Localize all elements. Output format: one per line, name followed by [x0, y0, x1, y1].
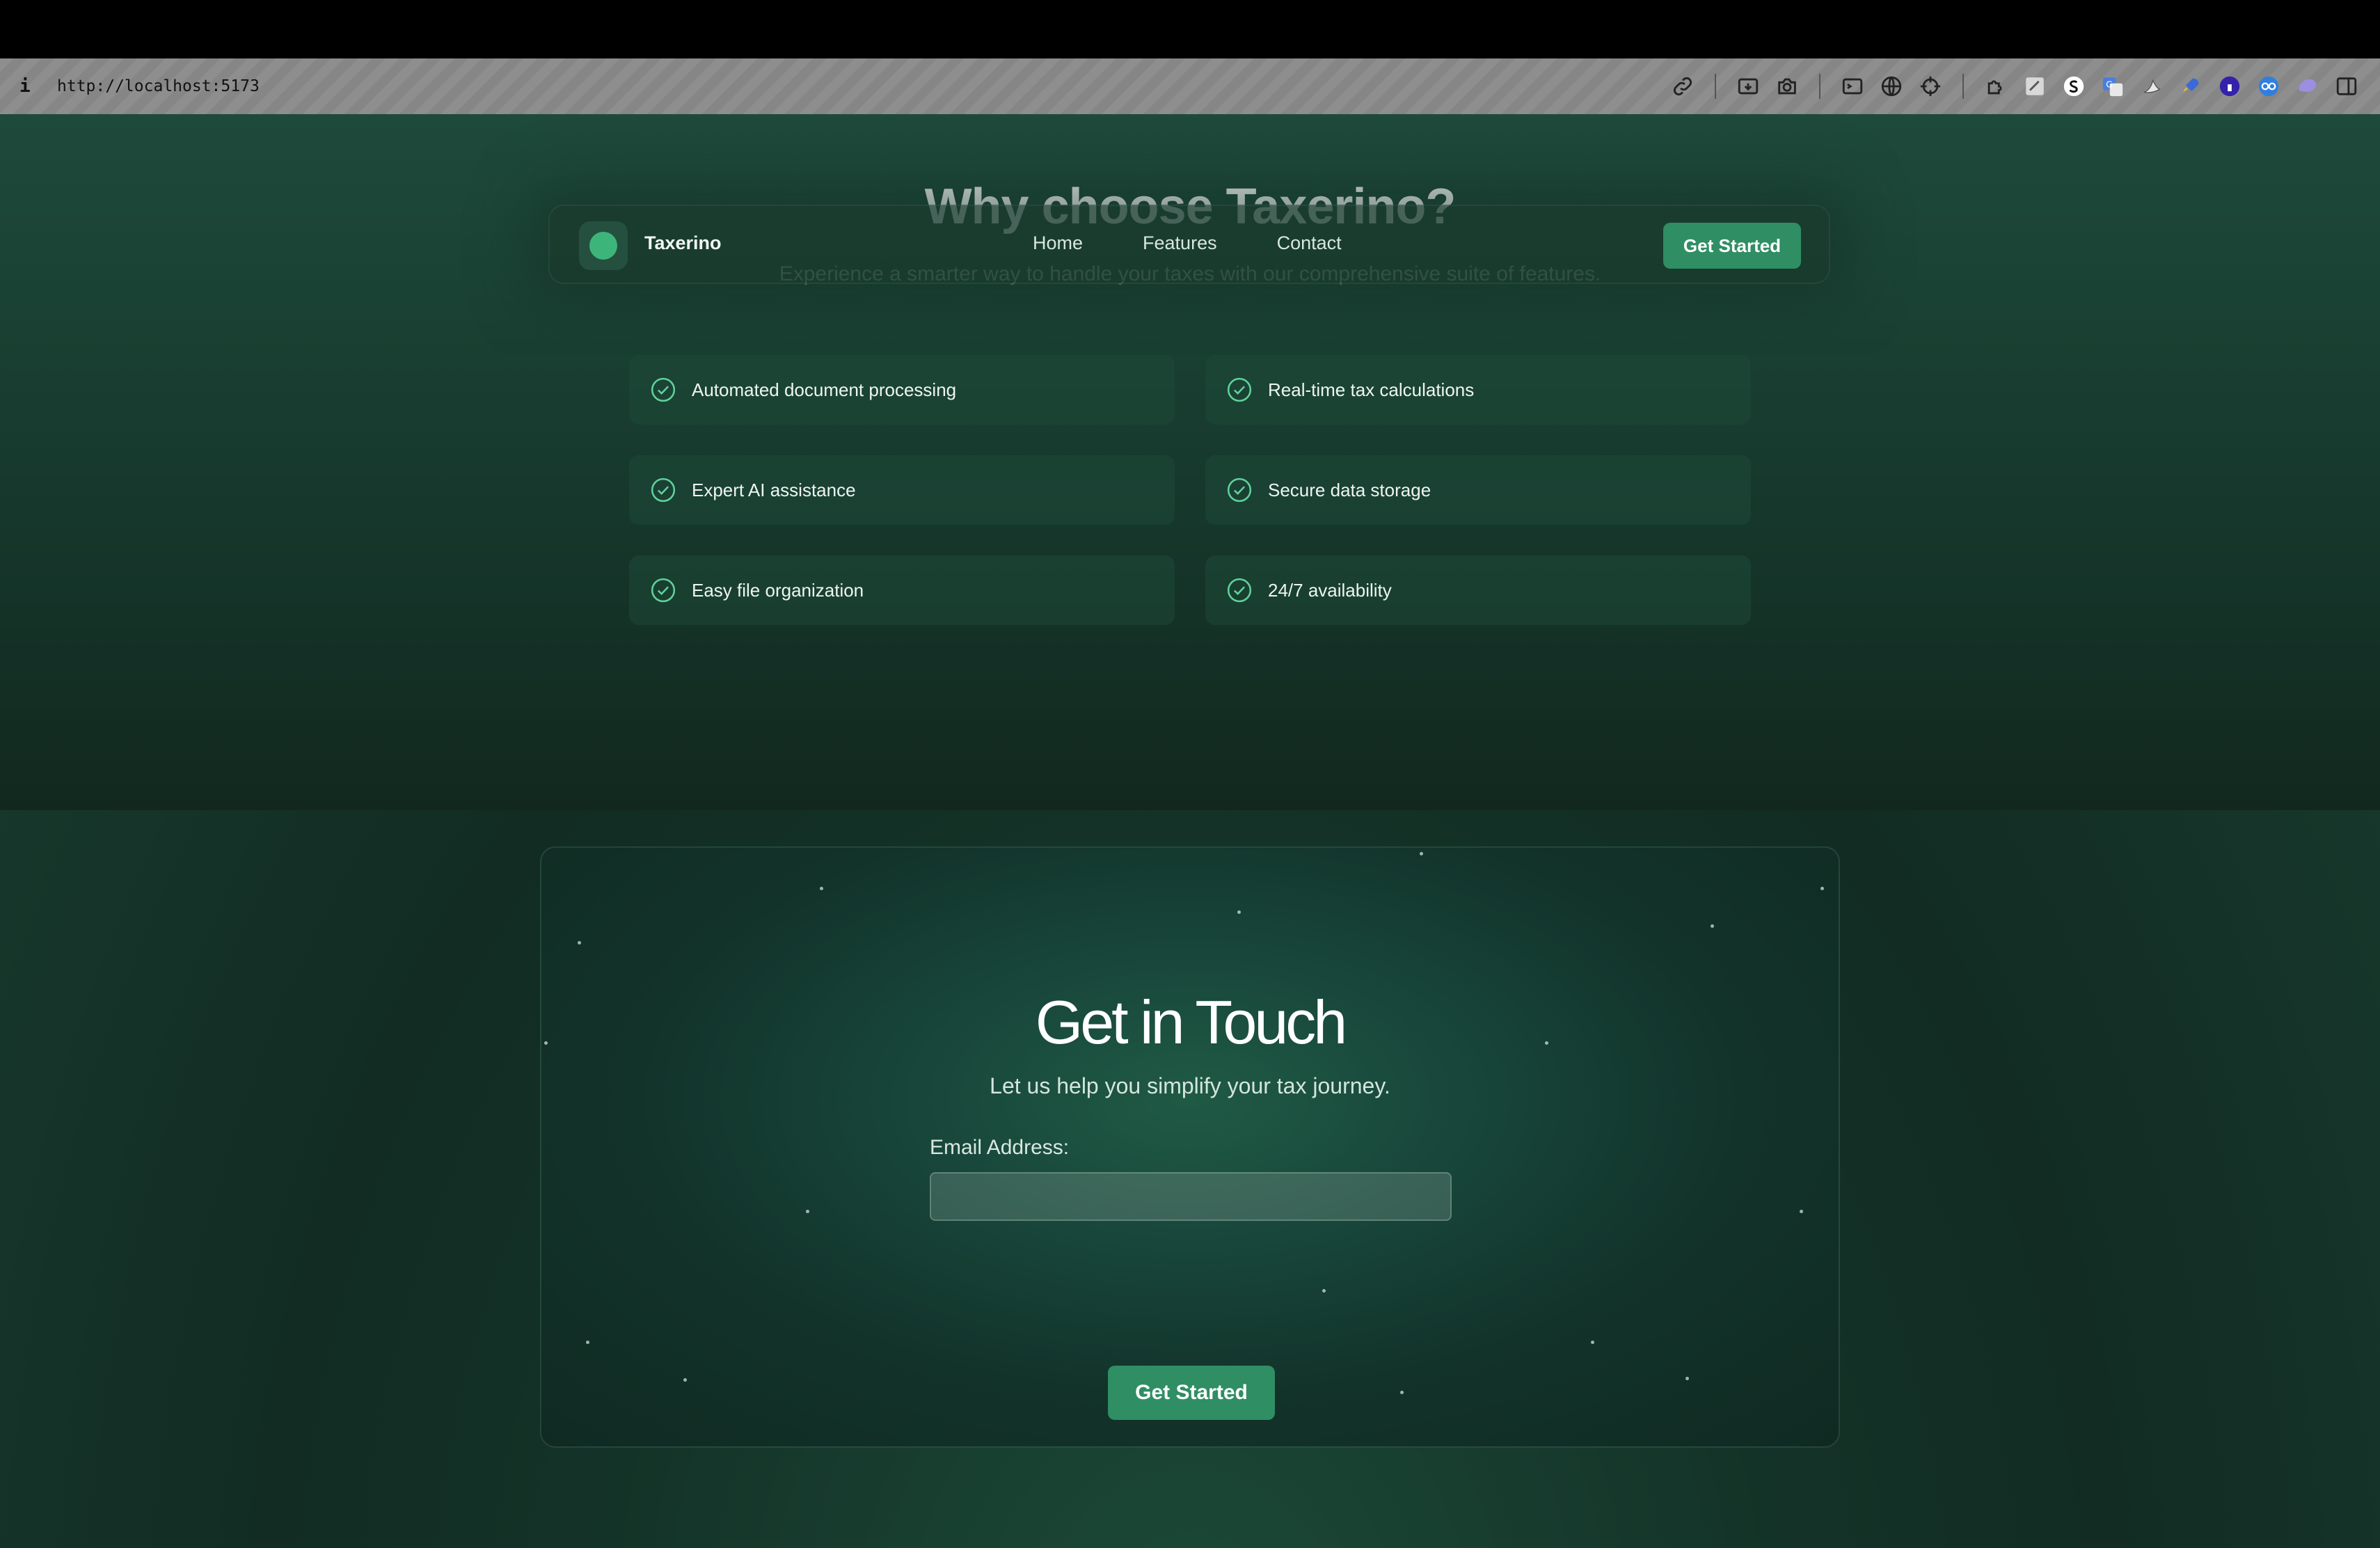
puzzle-icon[interactable]	[1976, 58, 2015, 114]
email-input[interactable]	[930, 1172, 1452, 1221]
rocket-icon[interactable]	[2171, 58, 2210, 114]
navbar: Taxerino Home Features Contact Get Start…	[548, 205, 1830, 284]
translate-icon[interactable]: G	[2093, 58, 2132, 114]
nav-get-started-button[interactable]: Get Started	[1663, 223, 1801, 269]
feature-card: Real-time tax calculations	[1205, 355, 1751, 425]
globe-icon[interactable]	[1872, 58, 1911, 114]
contact-subtitle: Let us help you simplify your tax journe…	[990, 1073, 1390, 1098]
logo-icon[interactable]	[579, 221, 628, 270]
info-icon[interactable]: i	[19, 76, 42, 97]
star-dot	[683, 1378, 687, 1382]
star-dot	[1237, 910, 1241, 914]
nav-link-home[interactable]: Home	[1033, 232, 1083, 254]
feature-label: Secure data storage	[1268, 479, 1431, 500]
feature-card: Expert AI assistance	[629, 455, 1175, 525]
contact-title: Get in Touch	[1035, 988, 1347, 1057]
logo-dot	[589, 232, 617, 260]
crosshair-icon[interactable]	[1911, 58, 1950, 114]
brand-name[interactable]: Taxerino	[644, 232, 722, 254]
star-dot	[1400, 1391, 1404, 1394]
feature-card: Secure data storage	[1205, 455, 1751, 525]
browser-address-bar: i http://localhost:5173 G	[0, 58, 2380, 114]
star-dot	[1591, 1341, 1594, 1344]
window-top-bar	[0, 0, 2380, 58]
feature-card: Automated document processing	[629, 355, 1175, 425]
star-dot	[1420, 852, 1423, 855]
s-extension-icon[interactable]	[2054, 58, 2093, 114]
feature-card: 24/7 availability	[1205, 555, 1751, 625]
nav-link-features[interactable]: Features	[1143, 232, 1217, 254]
feature-label: Real-time tax calculations	[1268, 379, 1475, 400]
star-dot	[1800, 1210, 1803, 1213]
star-dot	[1820, 887, 1824, 890]
feature-label: Automated document processing	[692, 379, 957, 400]
page-viewport: Why choose Taxerino? Experience a smarte…	[0, 114, 2380, 1548]
email-label: Email Address:	[930, 1136, 1070, 1159]
toolbar-divider	[1962, 74, 1964, 99]
check-circle-icon	[1227, 377, 1252, 402]
url-text[interactable]: http://localhost:5173	[57, 77, 260, 95]
feature-card: Easy file organization	[629, 555, 1175, 625]
goggles-icon[interactable]	[2249, 58, 2288, 114]
toolbar-divider	[1715, 74, 1716, 99]
feature-label: Expert AI assistance	[692, 479, 856, 500]
nav-links: Home Features Contact	[1033, 232, 1402, 254]
feature-label: Easy file organization	[692, 579, 864, 601]
grid-background	[541, 848, 1839, 1446]
camera-icon[interactable]	[1768, 58, 1807, 114]
notes-icon[interactable]	[2015, 58, 2054, 114]
check-circle-icon	[1227, 578, 1252, 603]
star-dot	[1711, 924, 1714, 928]
blob-icon[interactable]	[2288, 58, 2327, 114]
star-dot	[1322, 1289, 1326, 1293]
profile-icon[interactable]	[2210, 58, 2249, 114]
star-dot	[806, 1210, 809, 1213]
bird-icon[interactable]	[2132, 58, 2171, 114]
check-circle-icon	[651, 477, 676, 503]
check-circle-icon	[1227, 477, 1252, 503]
svg-text:G: G	[2106, 79, 2113, 90]
contact-section: Get in Touch Let us help you simplify yo…	[540, 846, 1840, 1448]
contact-get-started-button[interactable]: Get Started	[1108, 1366, 1275, 1420]
link-icon[interactable]	[1663, 58, 1702, 114]
terminal-icon[interactable]	[1833, 58, 1872, 114]
screen-capture-icon[interactable]	[1729, 58, 1768, 114]
browser-toolbar: G	[1663, 58, 2366, 114]
star-dot	[578, 941, 581, 945]
check-circle-icon	[651, 578, 676, 603]
toolbar-divider	[1819, 74, 1820, 99]
sidebar-icon[interactable]	[2327, 58, 2366, 114]
star-dot	[820, 887, 823, 890]
nav-link-contact[interactable]: Contact	[1277, 232, 1342, 254]
check-circle-icon	[651, 377, 676, 402]
star-dot	[586, 1341, 589, 1344]
feature-label: 24/7 availability	[1268, 579, 1392, 601]
star-dot	[1685, 1377, 1689, 1380]
